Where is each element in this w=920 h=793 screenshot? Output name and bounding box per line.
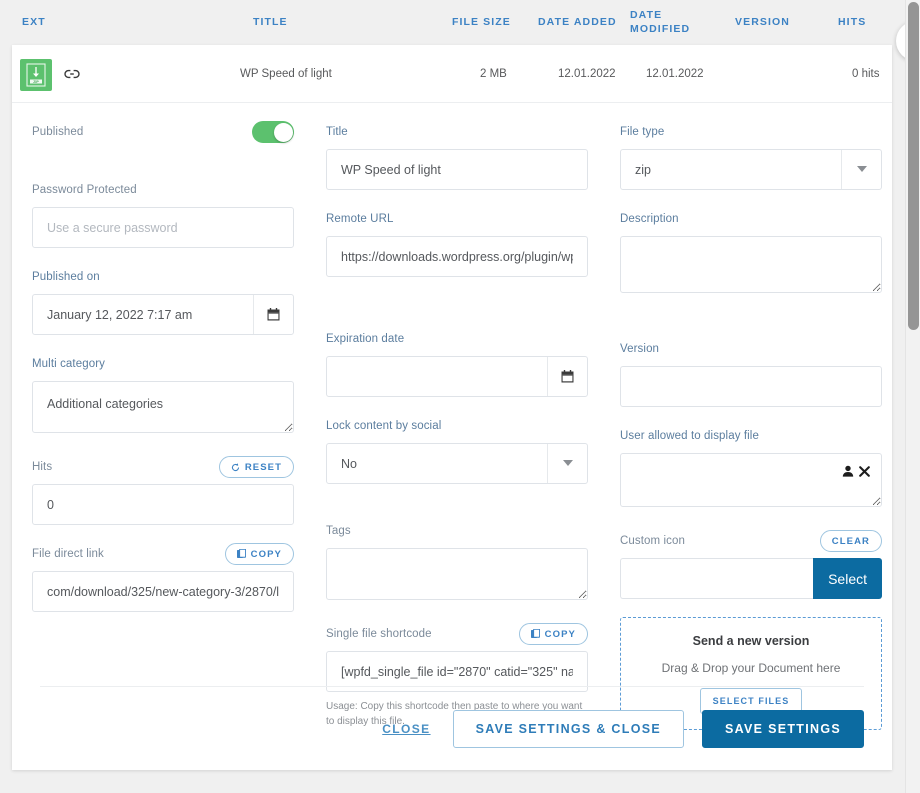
column-header-file-size[interactable]: FILE SIZE	[452, 0, 511, 45]
column-header-date-added[interactable]: DATE ADDED	[538, 0, 617, 45]
user-allowed-input[interactable]	[620, 453, 882, 507]
custom-icon-input[interactable]	[620, 558, 814, 599]
form-column-middle: Title Remote URL Expiration date	[326, 121, 588, 747]
field-description: Description	[620, 208, 882, 298]
chevron-down-icon[interactable]	[841, 150, 881, 189]
file-edit-panel: ZIP WP Speed of light 2 MB 12.01.2022 12…	[12, 45, 892, 770]
save-settings-and-close-button[interactable]: SAVE SETTINGS & CLOSE	[452, 709, 684, 748]
calendar-icon[interactable]	[547, 357, 587, 396]
title-input[interactable]	[326, 149, 588, 190]
file-row-hits: 0 hits	[852, 68, 880, 80]
hits-reset-label: RESET	[244, 461, 282, 473]
field-expiration-date: Expiration date	[326, 328, 588, 397]
close-icon[interactable]	[859, 465, 870, 477]
column-header-ext[interactable]: EXT	[22, 0, 46, 45]
file-summary-row: ZIP WP Speed of light 2 MB 12.01.2022 12…	[12, 45, 892, 103]
multi-category-label: Multi category	[32, 358, 105, 370]
lock-content-label: Lock content by social	[326, 420, 442, 432]
clipboard-icon	[530, 629, 540, 638]
clipboard-icon	[236, 549, 246, 558]
field-published-on: Published on	[32, 266, 294, 335]
published-on-label: Published on	[32, 271, 100, 283]
hits-input[interactable]	[32, 484, 294, 525]
save-settings-button[interactable]: SAVE SETTINGS	[702, 709, 864, 748]
version-label: Version	[620, 343, 660, 355]
field-multi-category: Multi category Additional categories	[32, 353, 294, 438]
page-scrollbar-thumb[interactable]	[908, 2, 919, 330]
custom-icon-clear-label: CLEAR	[831, 535, 870, 547]
column-header-date-modified[interactable]: DATE MODIFIED	[630, 0, 710, 45]
hits-reset-button[interactable]: RESET	[218, 456, 294, 478]
user-allowed-actions[interactable]	[842, 465, 870, 477]
chevron-down-icon[interactable]	[547, 444, 587, 483]
field-password-protected: Password Protected	[32, 179, 294, 248]
published-toggle[interactable]	[252, 121, 294, 143]
panel-footer: CLOSE SAVE SETTINGS & CLOSE SAVE SETTING…	[40, 686, 864, 770]
field-file-direct-link: File direct link COPY	[32, 543, 294, 612]
file-direct-link-label: File direct link	[32, 548, 104, 560]
column-header-date-modified-line2: MODIFIED	[630, 23, 691, 36]
calendar-icon[interactable]	[253, 295, 293, 334]
field-title: Title	[326, 121, 588, 190]
file-row-title: WP Speed of light	[240, 68, 332, 80]
tags-input[interactable]	[326, 548, 588, 600]
custom-icon-clear-button[interactable]: CLEAR	[819, 530, 882, 552]
field-tags: Tags	[326, 520, 588, 605]
file-direct-link-copy-button[interactable]: COPY	[224, 543, 294, 565]
file-direct-link-copy-label: COPY	[250, 548, 282, 560]
field-version: Version	[620, 338, 882, 407]
field-lock-content-by-social: Lock content by social	[326, 415, 588, 484]
published-label: Published	[32, 126, 84, 138]
multi-category-input[interactable]: Additional categories	[32, 381, 294, 433]
shortcode-copy-label: COPY	[544, 628, 576, 640]
field-file-type: File type	[620, 121, 882, 190]
custom-icon-label: Custom icon	[620, 535, 686, 547]
shortcode-copy-button[interactable]: COPY	[518, 623, 588, 645]
password-protected-label: Password Protected	[32, 184, 137, 196]
password-input[interactable]	[32, 207, 294, 248]
field-published: Published	[32, 121, 294, 143]
column-header-title[interactable]: TITLE	[253, 0, 288, 45]
link-icon[interactable]	[64, 67, 80, 85]
form-column-left: Published Password Protected Published o…	[32, 121, 294, 747]
file-row-size: 2 MB	[480, 68, 507, 80]
field-user-allowed: User allowed to display file	[620, 425, 882, 512]
title-label: Title	[326, 126, 348, 138]
tags-label: Tags	[326, 525, 351, 537]
user-icon[interactable]	[842, 465, 854, 477]
expiration-date-label: Expiration date	[326, 333, 405, 345]
refresh-icon	[231, 462, 239, 471]
zip-file-icon: ZIP	[20, 59, 52, 91]
published-toggle-knob	[273, 122, 293, 142]
hits-label: Hits	[32, 461, 53, 473]
field-hits: Hits RESET	[32, 456, 294, 525]
file-type-label: File type	[620, 126, 665, 138]
file-settings-form: Published Password Protected Published o…	[12, 103, 892, 747]
page-scrollbar[interactable]	[905, 0, 920, 793]
user-allowed-label: User allowed to display file	[620, 430, 759, 442]
files-table-header: EXT TITLE FILE SIZE DATE ADDED DATE MODI…	[0, 0, 904, 45]
file-row-date-added: 12.01.2022	[558, 68, 616, 80]
column-header-version[interactable]: VERSION	[735, 0, 790, 45]
custom-icon-select-button[interactable]: Select	[813, 558, 882, 599]
dropzone-subtitle: Drag & Drop your Document here	[661, 660, 841, 675]
description-label: Description	[620, 213, 679, 225]
column-header-date-modified-line1: DATE	[630, 9, 663, 21]
file-row-date-modified: 12.01.2022	[646, 68, 704, 80]
svg-text:ZIP: ZIP	[33, 80, 39, 84]
column-header-hits[interactable]: HITS	[838, 0, 866, 45]
dropzone-title: Send a new version	[692, 633, 810, 648]
field-remote-url: Remote URL	[326, 208, 588, 277]
shortcode-label: Single file shortcode	[326, 628, 432, 640]
remote-url-label: Remote URL	[326, 213, 394, 225]
field-custom-icon: Custom icon CLEAR Select	[620, 530, 882, 599]
remote-url-input[interactable]	[326, 236, 588, 277]
form-column-right: File type Description	[620, 121, 882, 747]
file-direct-link-input[interactable]	[32, 571, 294, 612]
app-screen: EXT TITLE FILE SIZE DATE ADDED DATE MODI…	[0, 0, 920, 793]
version-input[interactable]	[620, 366, 882, 407]
description-input[interactable]	[620, 236, 882, 293]
close-button[interactable]: CLOSE	[378, 716, 434, 742]
